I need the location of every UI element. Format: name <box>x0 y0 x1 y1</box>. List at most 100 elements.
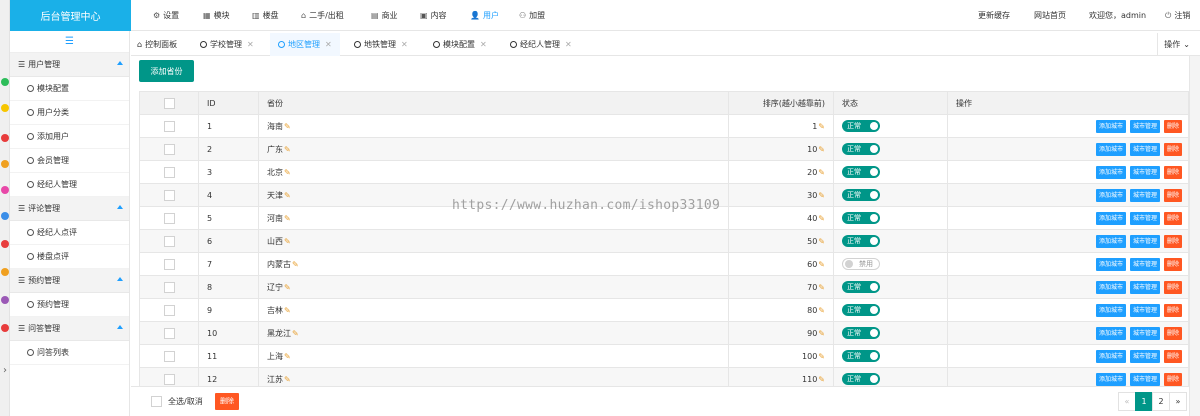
pencil-icon[interactable]: ✎ <box>284 191 291 200</box>
bulk-delete-button[interactable]: 删除 <box>215 393 239 410</box>
sidebar-group-user[interactable]: ☰ 用户管理 <box>10 53 129 77</box>
city-manage-button[interactable]: 城市管理 <box>1129 349 1160 363</box>
sidebar-item-qa-list[interactable]: 问答列表 <box>10 341 129 365</box>
pencil-icon[interactable]: ✎ <box>818 191 825 200</box>
pencil-icon[interactable]: ✎ <box>292 329 299 338</box>
row-province-cell[interactable]: 山西✎ <box>258 229 729 253</box>
add-province-button[interactable]: 添加省份 <box>139 60 194 82</box>
city-manage-button[interactable]: 城市管理 <box>1129 234 1160 248</box>
sidebar-item-module-config[interactable]: 模块配置 <box>10 77 129 101</box>
row-checkbox[interactable] <box>163 166 175 178</box>
row-checkbox[interactable] <box>163 350 175 362</box>
row-sort-cell[interactable]: 40✎ <box>728 206 834 230</box>
pencil-icon[interactable]: ✎ <box>818 352 825 361</box>
delete-button[interactable]: 删除 <box>1163 257 1182 271</box>
sidebar-group-qa[interactable]: ☰ 问答管理 <box>10 317 129 341</box>
row-province-cell[interactable]: 海南✎ <box>258 114 729 138</box>
pencil-icon[interactable]: ✎ <box>284 375 291 384</box>
delete-button[interactable]: 删除 <box>1163 119 1182 133</box>
close-icon[interactable]: ✕ <box>480 40 487 49</box>
topnav-item-commercial[interactable]: ▤ 商业 <box>371 0 398 31</box>
add-city-button[interactable]: 添加城市 <box>1095 372 1126 386</box>
city-manage-button[interactable]: 城市管理 <box>1129 280 1160 294</box>
close-icon[interactable]: ✕ <box>401 40 408 49</box>
add-city-button[interactable]: 添加城市 <box>1095 326 1126 340</box>
pencil-icon[interactable]: ✎ <box>284 283 291 292</box>
footer-select-all-checkbox[interactable] <box>151 396 162 407</box>
delete-button[interactable]: 删除 <box>1163 280 1182 294</box>
status-toggle[interactable]: 正常 <box>842 166 880 178</box>
city-manage-button[interactable]: 城市管理 <box>1129 119 1160 133</box>
tab-subway[interactable]: 地铁管理 ✕ <box>354 33 408 56</box>
tab-module-config[interactable]: 模块配置 ✕ <box>433 33 487 56</box>
delete-button[interactable]: 删除 <box>1163 372 1182 386</box>
add-city-button[interactable]: 添加城市 <box>1095 303 1126 317</box>
row-province-cell[interactable]: 广东✎ <box>258 137 729 161</box>
city-manage-button[interactable]: 城市管理 <box>1129 303 1160 317</box>
row-checkbox[interactable] <box>163 120 175 132</box>
tab-school[interactable]: 学校管理 ✕ <box>200 33 254 56</box>
pencil-icon[interactable]: ✎ <box>818 122 825 131</box>
pencil-icon[interactable]: ✎ <box>818 306 825 315</box>
row-sort-cell[interactable]: 70✎ <box>728 275 834 299</box>
status-toggle[interactable]: 正常 <box>842 350 880 362</box>
row-checkbox[interactable] <box>163 235 175 247</box>
pencil-icon[interactable]: ✎ <box>818 375 825 384</box>
pencil-icon[interactable]: ✎ <box>284 237 291 246</box>
topnav-item-module[interactable]: ▦ 模块 <box>203 0 230 31</box>
city-manage-button[interactable]: 城市管理 <box>1129 211 1160 225</box>
tab-operations-dropdown[interactable]: 操作 ⌄ <box>1157 33 1190 56</box>
row-sort-cell[interactable]: 30✎ <box>728 183 834 207</box>
pencil-icon[interactable]: ✎ <box>818 329 825 338</box>
row-province-cell[interactable]: 上海✎ <box>258 344 729 368</box>
pencil-icon[interactable]: ✎ <box>284 122 291 131</box>
topnav-item-user[interactable]: 👤 用户 <box>470 0 499 31</box>
sidebar-group-booking[interactable]: ☰ 预约管理 <box>10 269 129 293</box>
add-city-button[interactable]: 添加城市 <box>1095 257 1126 271</box>
status-toggle[interactable]: 正常 <box>842 143 880 155</box>
delete-button[interactable]: 删除 <box>1163 349 1182 363</box>
pencil-icon[interactable]: ✎ <box>284 145 291 154</box>
row-sort-cell[interactable]: 1✎ <box>728 114 834 138</box>
row-sort-cell[interactable]: 20✎ <box>728 160 834 184</box>
add-city-button[interactable]: 添加城市 <box>1095 165 1126 179</box>
status-toggle[interactable]: 正常 <box>842 212 880 224</box>
sidebar-item-agent-review[interactable]: 经纪人点评 <box>10 221 129 245</box>
sidebar-group-review[interactable]: ☰ 评论管理 <box>10 197 129 221</box>
pager-page-1[interactable]: 1 <box>1135 392 1153 411</box>
row-checkbox[interactable] <box>163 327 175 339</box>
row-checkbox[interactable] <box>163 189 175 201</box>
status-toggle[interactable]: 禁用 <box>842 258 880 270</box>
row-checkbox[interactable] <box>163 143 175 155</box>
add-city-button[interactable]: 添加城市 <box>1095 142 1126 156</box>
status-toggle[interactable]: 正常 <box>842 235 880 247</box>
city-manage-button[interactable]: 城市管理 <box>1129 326 1160 340</box>
city-manage-button[interactable]: 城市管理 <box>1129 257 1160 271</box>
row-sort-cell[interactable]: 80✎ <box>728 298 834 322</box>
pencil-icon[interactable]: ✎ <box>818 260 825 269</box>
row-province-cell[interactable]: 吉林✎ <box>258 298 729 322</box>
pager-next[interactable]: » <box>1169 392 1187 411</box>
status-toggle[interactable]: 正常 <box>842 189 880 201</box>
city-manage-button[interactable]: 城市管理 <box>1129 165 1160 179</box>
row-sort-cell[interactable]: 100✎ <box>728 344 834 368</box>
sidebar-item-agent[interactable]: 经纪人管理 <box>10 173 129 197</box>
topnav-item-secondhand[interactable]: ⌂ 二手/出租 <box>301 0 344 31</box>
topnav-item-building[interactable]: ▥ 楼盘 <box>252 0 279 31</box>
pencil-icon[interactable]: ✎ <box>284 306 291 315</box>
city-manage-button[interactable]: 城市管理 <box>1129 372 1160 386</box>
close-icon[interactable]: ✕ <box>247 40 254 49</box>
delete-button[interactable]: 删除 <box>1163 188 1182 202</box>
sidebar-item-booking[interactable]: 预约管理 <box>10 293 129 317</box>
pencil-icon[interactable]: ✎ <box>818 214 825 223</box>
pencil-icon[interactable]: ✎ <box>284 352 291 361</box>
topnav-item-join[interactable]: ⚇ 加盟 <box>519 0 545 31</box>
row-province-cell[interactable]: 黑龙江✎ <box>258 321 729 345</box>
tab-region[interactable]: 地区管理 ✕ <box>270 33 340 56</box>
delete-button[interactable]: 删除 <box>1163 142 1182 156</box>
city-manage-button[interactable]: 城市管理 <box>1129 188 1160 202</box>
tab-agent[interactable]: 经纪人管理 ✕ <box>510 33 572 56</box>
status-toggle[interactable]: 正常 <box>842 120 880 132</box>
row-checkbox[interactable] <box>163 373 175 385</box>
tab-dashboard[interactable]: ⌂ 控制面板 <box>137 33 177 56</box>
